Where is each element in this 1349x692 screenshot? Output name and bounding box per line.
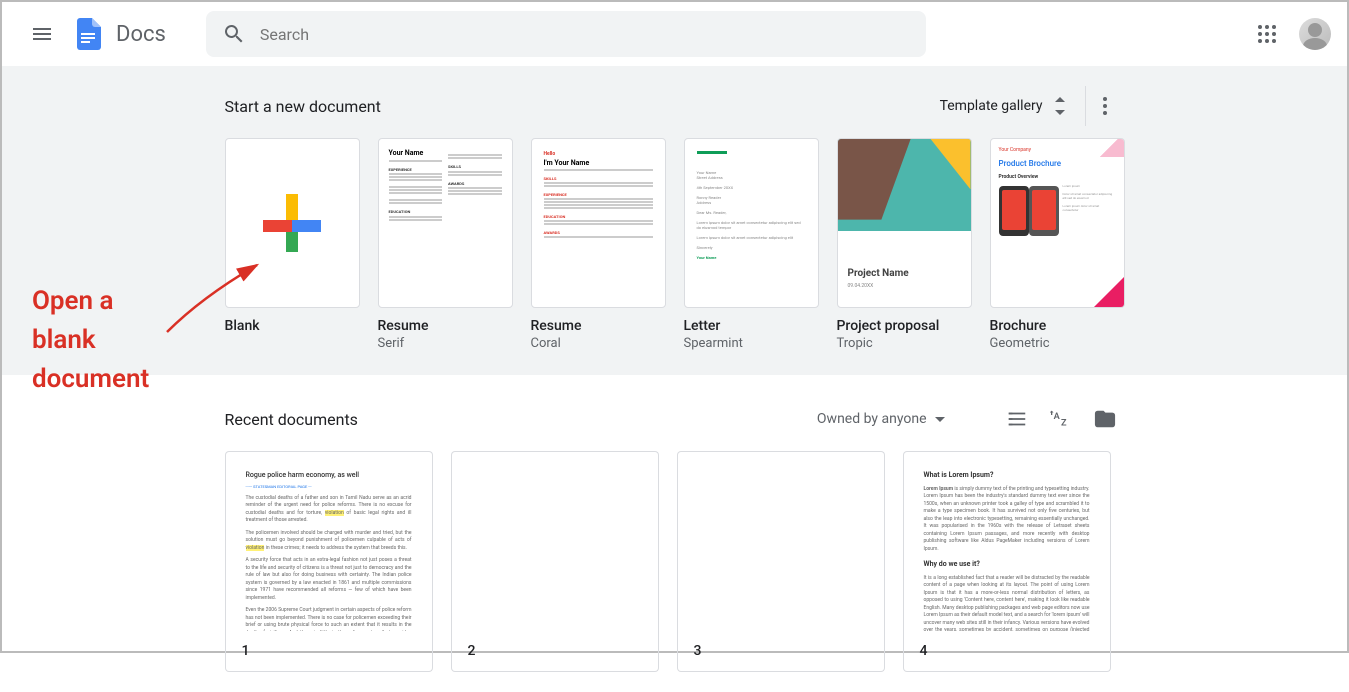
plus-icon [263, 194, 321, 252]
folder-button[interactable] [1085, 399, 1125, 439]
account-avatar[interactable] [1299, 18, 1331, 50]
template-title: Project proposal [837, 318, 972, 334]
chevron-down-icon [935, 417, 945, 422]
app-header: Docs [2, 2, 1347, 66]
unfold-icon [1051, 97, 1069, 115]
recent-section: Recent documents Owned by anyone AZ [2, 375, 1347, 692]
ownership-filter-dropdown[interactable]: Owned by anyone [809, 405, 953, 433]
template-project-tropic[interactable]: Project Name09.04.20XX Project proposal … [837, 138, 972, 351]
list-view-button[interactable] [997, 399, 1037, 439]
template-gallery-button[interactable]: Template gallery [932, 91, 1077, 121]
hamburger-icon [33, 28, 51, 40]
more-options-button[interactable] [1085, 86, 1125, 126]
recent-title: Recent documents [225, 410, 358, 429]
template-subtitle: Tropic [837, 336, 972, 351]
ownership-filter-label: Owned by anyone [817, 411, 927, 427]
docs-icon [70, 16, 106, 52]
search-box[interactable] [206, 11, 926, 57]
template-resume-serif[interactable]: Your NameEXPERIENCEEDUCATIONSKILLSAWARDS… [378, 138, 513, 351]
recent-doc-2[interactable]: 2 [451, 451, 659, 672]
recent-doc-3[interactable]: 3 [677, 451, 885, 672]
templates-title: Start a new document [225, 97, 381, 116]
svg-text:A: A [1053, 412, 1060, 422]
sort-button[interactable]: AZ [1041, 399, 1081, 439]
recent-doc-label: 2 [451, 631, 659, 672]
template-subtitle: Serif [378, 336, 513, 351]
docs-logo[interactable]: Docs [70, 16, 166, 52]
template-title: Resume [378, 318, 513, 334]
recent-doc-1[interactable]: Rogue police harm economy, as well------… [225, 451, 433, 672]
recent-doc-label: 4 [903, 631, 1111, 672]
list-view-icon [1006, 408, 1028, 430]
more-vert-icon [1103, 97, 1107, 115]
apps-grid-icon [1258, 25, 1276, 43]
google-apps-button[interactable] [1247, 14, 1287, 54]
search-icon [222, 22, 246, 46]
template-letter-spearmint[interactable]: Your NameStreet Address4th September 20X… [684, 138, 819, 351]
template-gallery-label: Template gallery [940, 98, 1043, 114]
recent-doc-4[interactable]: What is Lorem Ipsum?Lorem Ipsum is simpl… [903, 451, 1111, 672]
template-title: Brochure [990, 318, 1125, 334]
templates-section: Start a new document Template gallery Bl… [2, 66, 1347, 375]
sort-az-icon: AZ [1050, 408, 1072, 430]
template-subtitle: Spearmint [684, 336, 819, 351]
recent-doc-label: 1 [225, 631, 433, 672]
main-menu-button[interactable] [18, 10, 66, 58]
template-blank[interactable]: Blank [225, 138, 360, 351]
template-subtitle: Geometric [990, 336, 1125, 351]
app-name: Docs [116, 22, 166, 47]
template-subtitle: Coral [531, 336, 666, 351]
template-title: Letter [684, 318, 819, 334]
folder-icon [1094, 408, 1116, 430]
template-brochure-geometric[interactable]: Your CompanyProduct BrochureProduct Over… [990, 138, 1125, 351]
recent-doc-label: 3 [677, 631, 885, 672]
svg-text:Z: Z [1061, 418, 1067, 428]
template-title: Blank [225, 318, 360, 334]
search-input[interactable] [260, 25, 910, 44]
template-resume-coral[interactable]: HelloI'm Your NameSKILLSEXPERIENCEEDUCAT… [531, 138, 666, 351]
template-title: Resume [531, 318, 666, 334]
